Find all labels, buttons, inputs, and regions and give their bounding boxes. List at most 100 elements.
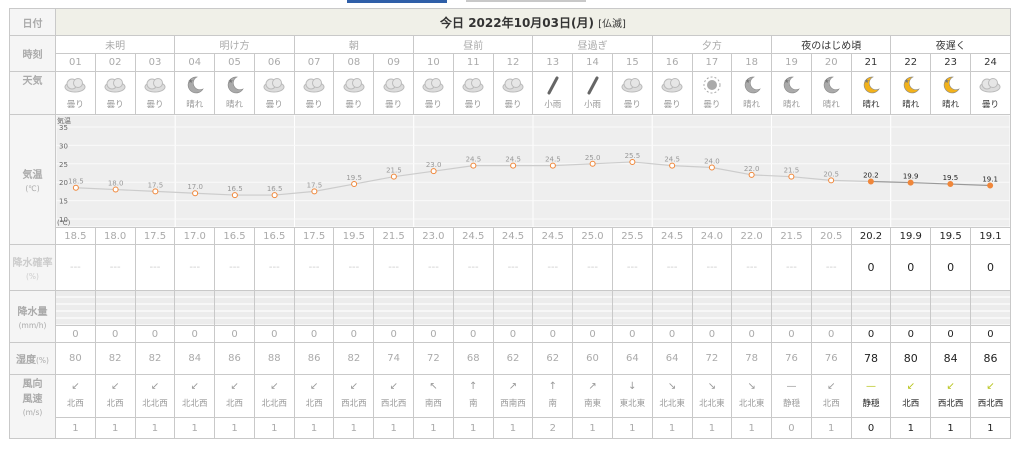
hour-cell: 18 — [731, 53, 773, 72]
wind-direction: 西北西 — [937, 399, 964, 409]
weather-text: 曇り — [305, 100, 323, 110]
svg-text:★: ★ — [745, 78, 750, 85]
wind-cell: ↙ 西北西 — [930, 374, 971, 418]
wind-cell: ↙ 北西 — [55, 374, 96, 418]
weather-cell: ★ 晴れ — [930, 71, 971, 115]
wind-speed-value: 1 — [452, 417, 494, 439]
weather-cell: 曇り — [492, 71, 534, 115]
precip-value: 0 — [55, 325, 96, 343]
weather-text: 曇り — [265, 100, 283, 110]
precip-prob-value: --- — [55, 244, 96, 291]
temp-point — [907, 179, 914, 186]
temp-value: 20.2 — [850, 227, 892, 245]
humidity-value: 72 — [413, 342, 454, 375]
wind-direction: 南東 — [584, 399, 602, 409]
date-text: 今日 2022年10月03日(月) — [440, 15, 594, 30]
wind-direction: 南 — [468, 399, 478, 409]
precip-bar — [135, 291, 175, 325]
precip-value: 0 — [452, 325, 494, 343]
svg-text:★: ★ — [904, 78, 909, 85]
weather-text: 晴れ — [942, 100, 960, 110]
humidity-value: 64 — [611, 342, 653, 375]
weather-text: 晴れ — [186, 100, 204, 110]
humidity-value: 82 — [94, 342, 136, 375]
period-band — [56, 115, 176, 227]
wind-speed-value: 1 — [572, 417, 613, 439]
weather-text: 曇り — [385, 100, 403, 110]
temp-point — [390, 173, 397, 180]
temp-value: 22.0 — [731, 227, 773, 245]
wind-speed-value: 0 — [771, 417, 812, 439]
precip-prob-value: --- — [532, 244, 574, 291]
temp-value: 19.5 — [930, 227, 971, 245]
hour-cell: 10 — [413, 53, 454, 72]
moon-icon: ★ — [852, 75, 891, 97]
moon-icon: ★ — [215, 75, 254, 97]
wind-direction: 北西 — [106, 399, 124, 409]
precip-bar — [294, 291, 334, 325]
weather-text: 晴れ — [862, 100, 880, 110]
wind-arrow-icon: ↙ — [349, 381, 359, 392]
hour-cell: 23 — [930, 53, 971, 72]
hour-cell: 03 — [134, 53, 176, 72]
precip-prob-value: 0 — [850, 244, 892, 291]
weather-text: 曇り — [703, 100, 721, 110]
wind-direction: 北北西 — [142, 399, 168, 409]
temp-value: 19.1 — [969, 227, 1012, 245]
weather-text: 曇り — [464, 100, 482, 110]
weather-text: 曇り — [424, 100, 442, 110]
wind-arrow-icon: ↙ — [946, 381, 955, 392]
temp-unit: (℃) — [25, 184, 40, 193]
humidity-value: 76 — [810, 342, 852, 375]
cloud-icon — [454, 75, 493, 97]
period-4: 昼過ぎ — [532, 35, 653, 54]
precip-bar — [772, 291, 811, 325]
temp-point — [152, 188, 159, 195]
cloud-icon — [374, 75, 413, 97]
temp-value: 21.5 — [373, 227, 415, 245]
wind-cell: ↙ 西北西 — [969, 374, 1012, 418]
temp-value: 16.5 — [253, 227, 295, 245]
precip-prob-value: --- — [611, 244, 653, 291]
temp-value: 24.5 — [651, 227, 693, 245]
precip-prob-value: --- — [492, 244, 534, 291]
temp-data-label: 19.5 — [346, 174, 362, 182]
wind-direction: 北北西 — [181, 399, 208, 409]
wind-cell: ↗ 西南西 — [492, 374, 534, 418]
temp-data-label: 25.5 — [625, 152, 641, 160]
precip-prob-value: --- — [810, 244, 852, 291]
precip-prob-value: --- — [691, 244, 733, 291]
precip-prob-value: 0 — [969, 244, 1012, 291]
wind-arrow-icon: ↙ — [906, 381, 915, 392]
temp-point — [987, 182, 994, 189]
weather-cell: ★ 晴れ — [174, 71, 216, 115]
temp-value: 25.5 — [611, 227, 653, 245]
humidity-value: 86 — [293, 342, 335, 375]
temperature-chart-svg: 353025201510気温(℃)18.5 18.0 17.5 17.0 16.5 16.… — [56, 115, 1010, 227]
temp-value: 25.0 — [572, 227, 613, 245]
temp-data-label: 17.5 — [148, 181, 164, 189]
hour-cell: 13 — [532, 53, 574, 72]
temp-label-cell: 気温 (℃) — [9, 114, 56, 245]
temp-data-label: 24.0 — [704, 157, 720, 165]
hour-cell: 07 — [293, 53, 335, 72]
wind-cell: ↘ 北北東 — [731, 374, 773, 418]
wind-direction: 西北西 — [380, 399, 407, 409]
y-tick-label: 35 — [59, 124, 68, 132]
wind-speed-value: 1 — [969, 417, 1012, 439]
tab-indicator — [347, 0, 447, 3]
period-band — [890, 115, 1010, 227]
wind-arrow-icon: ↙ — [190, 381, 199, 392]
moon-icon: ★ — [931, 75, 970, 97]
wind-speed-value: 1 — [492, 417, 534, 439]
weather-text: 小雨 — [584, 100, 602, 110]
temp-value: 16.5 — [214, 227, 255, 245]
weather-cell: 曇り — [373, 71, 415, 115]
temp-value: 17.0 — [174, 227, 216, 245]
moon-icon: ★ — [772, 75, 811, 97]
humidity-value: 78 — [850, 342, 892, 375]
temp-data-label: 21.5 — [784, 167, 800, 175]
precip-prob-value: --- — [651, 244, 693, 291]
precip-prob-value: --- — [771, 244, 812, 291]
precip-prob-value: 0 — [930, 244, 971, 291]
